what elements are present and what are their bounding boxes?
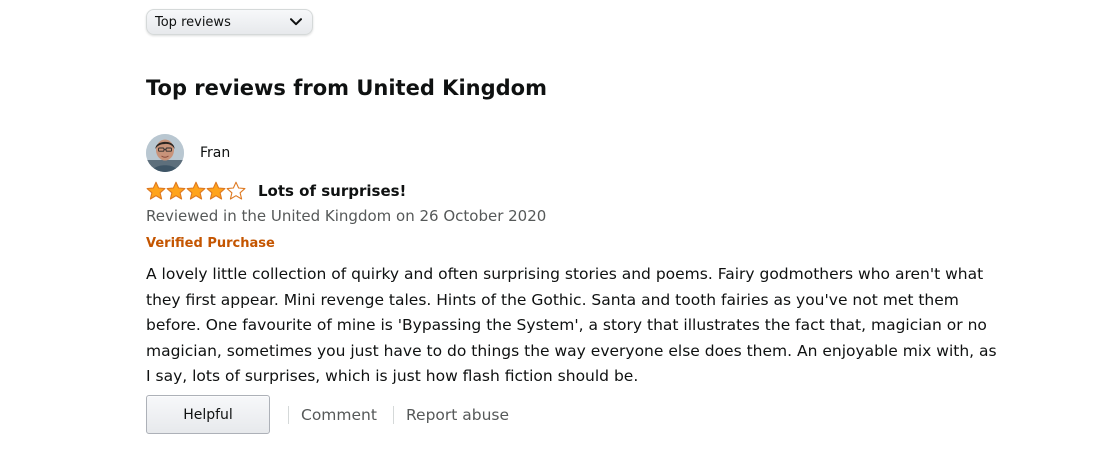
avatar[interactable] xyxy=(146,134,184,172)
reviews-page: Top reviews Top reviews from United King… xyxy=(0,0,1117,450)
rating-row: Lots of surprises! xyxy=(146,181,406,200)
section-title: Top reviews from United Kingdom xyxy=(146,76,547,100)
star-empty-icon xyxy=(226,181,246,200)
star-filled-icon xyxy=(166,181,186,200)
star-rating[interactable] xyxy=(146,181,246,200)
action-divider xyxy=(392,405,394,424)
star-filled-icon xyxy=(186,181,206,200)
review-actions: Helpful Comment Report abuse xyxy=(146,395,509,434)
comment-link[interactable]: Comment xyxy=(301,406,377,424)
reviewer-name[interactable]: Fran xyxy=(200,145,230,161)
verified-purchase-badge[interactable]: Verified Purchase xyxy=(146,236,275,251)
report-abuse-link[interactable]: Report abuse xyxy=(406,406,509,424)
star-filled-icon xyxy=(146,181,166,200)
review-body: A lovely little collection of quirky and… xyxy=(146,265,997,385)
sort-reviews-dropdown[interactable]: Top reviews xyxy=(146,9,313,35)
review-date: Reviewed in the United Kingdom on 26 Oct… xyxy=(146,207,547,225)
star-filled-icon xyxy=(206,181,226,200)
action-divider xyxy=(288,405,289,424)
sort-selected-label: Top reviews xyxy=(155,14,231,30)
review-title[interactable]: Lots of surprises! xyxy=(258,182,406,200)
helpful-button[interactable]: Helpful xyxy=(146,395,270,434)
reviewer-profile[interactable]: Fran xyxy=(146,134,230,172)
chevron-down-icon xyxy=(288,14,304,30)
